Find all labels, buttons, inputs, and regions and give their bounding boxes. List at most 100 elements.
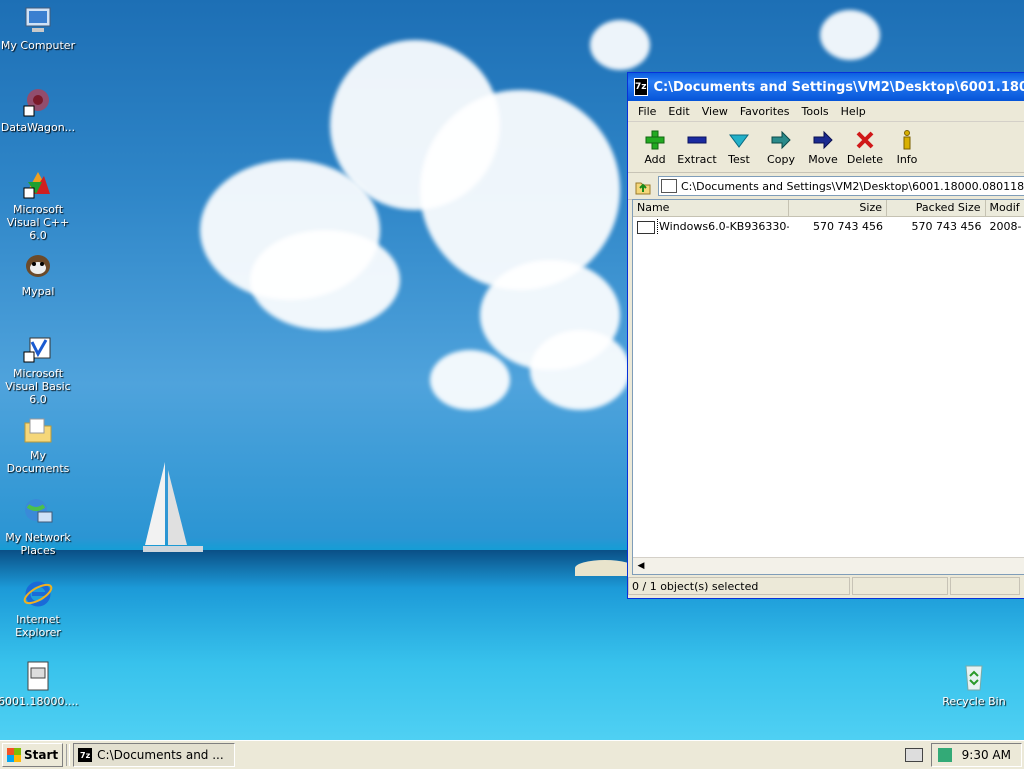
status-bar: 0 / 1 object(s) selected — [628, 577, 1024, 597]
network-tray-icon[interactable] — [938, 748, 952, 762]
path-field[interactable]: C:\Documents and Settings\VM2\Desktop\60… — [658, 176, 1024, 196]
desktop-icon-label: 6001.18000.... — [0, 695, 78, 708]
copy-icon — [760, 129, 802, 151]
delete-label: Delete — [844, 153, 886, 166]
add-label: Add — [634, 153, 676, 166]
file-name-cell: Windows6.0-KB936330-X... — [633, 219, 789, 235]
file-name: Windows6.0-KB936330-X... — [657, 219, 789, 235]
system-tray: 9:30 AM — [905, 744, 1022, 766]
move-label: Move — [802, 153, 844, 166]
internet-explorer-icon — [22, 578, 54, 610]
7zip-app-icon: 7z — [78, 748, 92, 762]
status-panel-2 — [852, 577, 948, 595]
menu-edit[interactable]: Edit — [662, 105, 695, 118]
add-button[interactable]: Add — [634, 129, 676, 166]
extract-button[interactable]: Extract — [676, 129, 718, 166]
test-button[interactable]: Test — [718, 129, 760, 166]
mypal-icon — [22, 250, 54, 282]
menu-bar: File Edit View Favorites Tools Help — [628, 101, 1024, 122]
desktop-icon-label: Recycle Bin — [934, 695, 1014, 708]
file-size: 570 743 456 — [789, 219, 887, 235]
desktop-icon-label: Mypal — [0, 285, 78, 298]
desktop-icon-internet-explorer[interactable]: Internet Explorer — [0, 578, 78, 639]
visual-cpp-icon — [22, 168, 54, 200]
desktop-icon-label: Internet Explorer — [0, 613, 78, 639]
desktop-icon-my-computer[interactable]: My Computer — [0, 4, 78, 52]
taskbar-separator — [66, 744, 70, 766]
status-panel-3 — [950, 577, 1020, 595]
task-label: C:\Documents and ... — [97, 748, 224, 762]
extract-label: Extract — [676, 153, 718, 166]
desktop-icon-label: My Computer — [0, 39, 78, 52]
test-icon — [718, 129, 760, 151]
desktop-icon-recycle-bin[interactable]: Recycle Bin — [934, 660, 1014, 708]
info-button[interactable]: Info — [886, 129, 928, 166]
add-icon — [634, 129, 676, 151]
file-row[interactable]: Windows6.0-KB936330-X... 570 743 456 570… — [633, 219, 1024, 235]
copy-button[interactable]: Copy — [760, 129, 802, 166]
desktop-icon-label: Microsoft Visual C++ 6.0 — [0, 203, 78, 242]
info-label: Info — [886, 153, 928, 166]
desktop-icon-label: My Network Places — [0, 531, 78, 557]
drive-icon — [661, 179, 677, 193]
recycle-bin-icon — [958, 660, 990, 692]
status-selection: 0 / 1 object(s) selected — [628, 577, 850, 595]
clock-area: 9:30 AM — [931, 743, 1022, 767]
window-title: C:\Documents and Settings\VM2\Desktop\60… — [654, 80, 1024, 95]
menu-tools[interactable]: Tools — [796, 105, 835, 118]
desktop-icon-file-6001[interactable]: 6001.18000.... — [0, 660, 78, 708]
column-modified[interactable]: Modif — [986, 200, 1024, 216]
desktop-icon-label: DataWagon... — [0, 121, 78, 134]
computer-icon — [22, 4, 54, 36]
desktop-icon-label: My Documents — [0, 449, 78, 475]
test-label: Test — [718, 153, 760, 166]
file-list[interactable]: Name Size Packed Size Modif Windows6.0-K… — [632, 199, 1024, 575]
taskbar: Start 7z C:\Documents and ... 9:30 AM — [0, 740, 1024, 769]
delete-icon — [844, 129, 886, 151]
start-label: Start — [24, 748, 58, 762]
move-button[interactable]: Move — [802, 129, 844, 166]
delete-button[interactable]: Delete — [844, 129, 886, 166]
file-modified: 2008- — [986, 219, 1024, 235]
horizontal-scrollbar[interactable]: ◀ — [633, 557, 1024, 574]
menu-view[interactable]: View — [696, 105, 734, 118]
info-icon — [886, 129, 928, 151]
desktop-icon-mypal[interactable]: Mypal — [0, 250, 78, 298]
7zip-app-icon[interactable]: 7z — [634, 78, 648, 96]
menu-help[interactable]: Help — [835, 105, 872, 118]
clock[interactable]: 9:30 AM — [962, 748, 1011, 762]
column-packed-size[interactable]: Packed Size — [887, 200, 985, 216]
desktop-icon-visual-cpp[interactable]: Microsoft Visual C++ 6.0 — [0, 168, 78, 242]
7zip-window: 7z C:\Documents and Settings\VM2\Desktop… — [627, 72, 1024, 599]
column-name[interactable]: Name — [633, 200, 789, 216]
desktop-icon-label: Microsoft Visual Basic 6.0 — [0, 367, 78, 406]
up-folder-icon — [634, 177, 652, 195]
file-icon — [22, 660, 54, 692]
folder-icon — [22, 414, 54, 446]
toolbar: Add Extract Test Copy Move — [628, 122, 1024, 173]
column-size[interactable]: Size — [789, 200, 887, 216]
copy-label: Copy — [760, 153, 802, 166]
desktop-icon-datawagon[interactable]: DataWagon... — [0, 86, 78, 134]
menu-file[interactable]: File — [632, 105, 662, 118]
windows-flag-icon — [7, 748, 21, 762]
desktop-icon-visual-basic[interactable]: Microsoft Visual Basic 6.0 — [0, 332, 78, 406]
title-bar[interactable]: 7z C:\Documents and Settings\VM2\Desktop… — [628, 73, 1024, 101]
address-bar: C:\Documents and Settings\VM2\Desktop\60… — [628, 173, 1024, 200]
extract-icon — [676, 129, 718, 151]
visual-basic-icon — [22, 332, 54, 364]
path-text: C:\Documents and Settings\VM2\Desktop\60… — [681, 180, 1024, 193]
datawagon-icon — [22, 86, 54, 118]
scroll-left-arrow-icon[interactable]: ◀ — [633, 558, 649, 574]
up-folder-button[interactable] — [632, 176, 654, 196]
menu-favorites[interactable]: Favorites — [734, 105, 796, 118]
move-icon — [802, 129, 844, 151]
file-packed-size: 570 743 456 — [887, 219, 985, 235]
desktop-icon-my-network-places[interactable]: My Network Places — [0, 496, 78, 557]
keyboard-icon[interactable] — [905, 748, 923, 762]
desktop-icon-my-documents[interactable]: My Documents — [0, 414, 78, 475]
file-icon — [637, 221, 655, 234]
taskbar-button-7zip[interactable]: 7z C:\Documents and ... — [73, 743, 235, 767]
start-button[interactable]: Start — [2, 743, 63, 767]
network-icon — [22, 496, 54, 528]
